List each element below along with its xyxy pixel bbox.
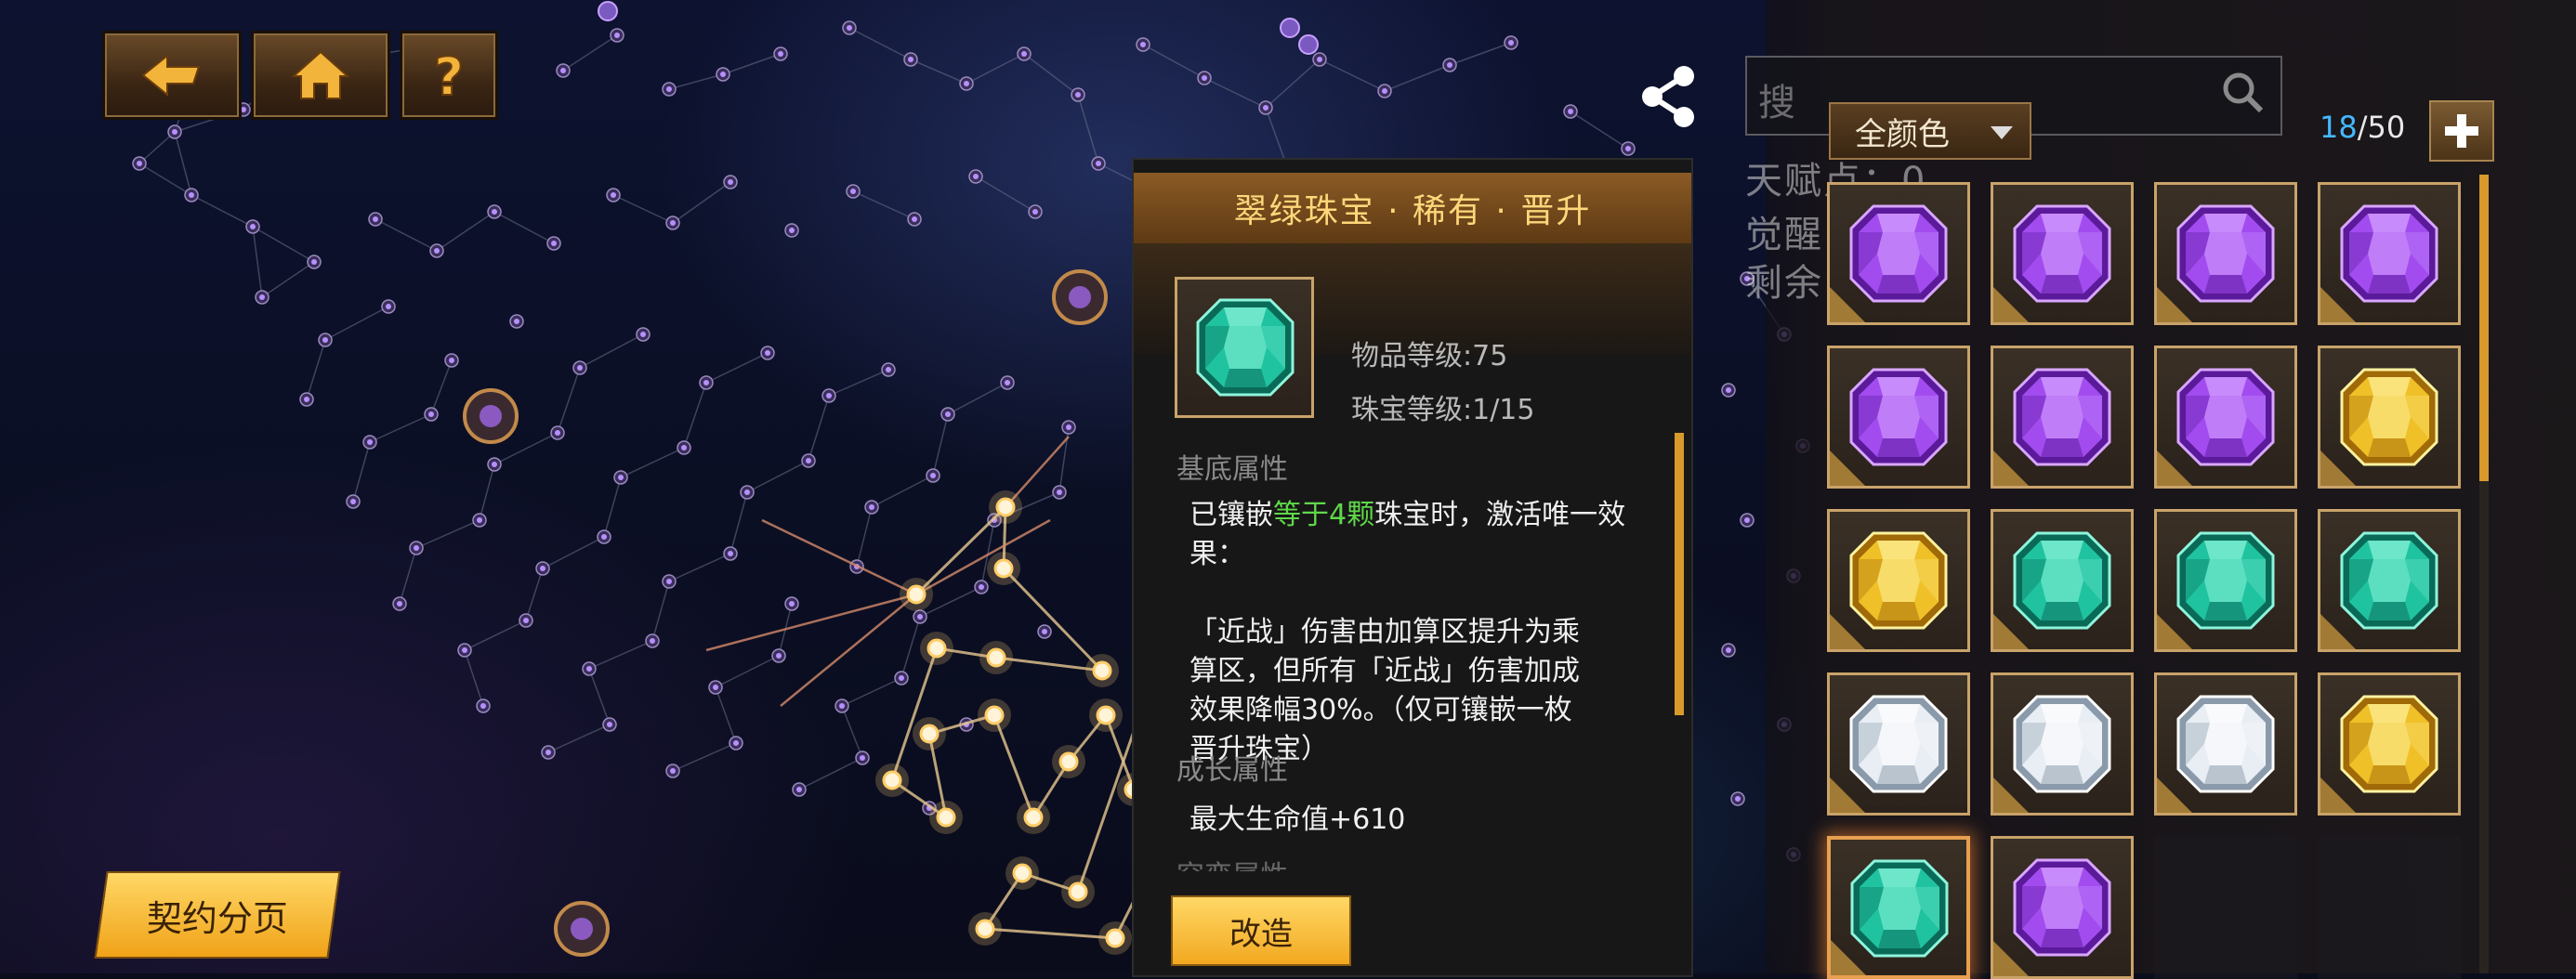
growth-attributes-heading: 成长属性: [1176, 754, 1288, 787]
inventory-count-current: 18: [2320, 110, 2358, 145]
inventory-count: 18/50: [2320, 110, 2405, 145]
gem-slot[interactable]: [2318, 509, 2461, 652]
gem-slot[interactable]: [2154, 509, 2297, 652]
purple-gem-icon: [2013, 204, 2111, 303]
green-gem-icon: [1196, 298, 1295, 397]
purple-gem-icon: [1849, 368, 1948, 466]
gem-slot[interactable]: [2318, 672, 2461, 816]
gem-slot[interactable]: [1827, 672, 1970, 816]
gem-tooltip: 翠绿珠宝 · 稀有 · 晋升 物品等级:75 珠宝等级:1/15 基底属性 已镶…: [1132, 158, 1693, 977]
back-arrow-icon: [141, 53, 201, 98]
expand-inventory-button[interactable]: [2429, 100, 2494, 162]
plus-icon: [2445, 114, 2478, 148]
inventory-count-max: /50: [2357, 110, 2406, 145]
gem-slot[interactable]: [1991, 509, 2134, 652]
chevron-down-icon: [1991, 126, 2013, 139]
home-button[interactable]: [251, 31, 390, 120]
purple-gem-icon: [2013, 368, 2111, 466]
gem-slot[interactable]: [1827, 509, 1970, 652]
gem-slot[interactable]: [2154, 182, 2297, 325]
green-gem-icon: [2340, 531, 2438, 630]
tooltip-title: 翠绿珠宝 · 稀有 · 晋升: [1134, 173, 1691, 243]
yellow-gem-icon: [1849, 531, 1948, 630]
awaken-label: 觉醒: [1745, 214, 1823, 256]
white-gem-icon: [2013, 695, 2111, 793]
gem-slot[interactable]: [1827, 182, 1970, 325]
desc-highlight: 等于4颗: [1273, 499, 1375, 531]
help-button[interactable]: ?: [400, 31, 498, 120]
gem-slot[interactable]: [2154, 672, 2297, 816]
color-filter-label: 全颜色: [1855, 115, 1950, 153]
pact-page-label: 契约分页: [146, 897, 288, 939]
desc-line: 算区，但所有「近战」伤害加成: [1189, 655, 1580, 687]
gem-slot[interactable]: [2154, 346, 2297, 489]
purple-gem-icon: [2176, 368, 2275, 466]
yellow-gem-icon: [2340, 695, 2438, 793]
pact-page-button[interactable]: 契约分页: [94, 871, 341, 959]
search-icon[interactable]: [2219, 69, 2266, 115]
gem-slot[interactable]: [1827, 836, 1970, 979]
search-placeholder: 搜: [1758, 82, 1795, 124]
gem-slot: [2154, 836, 2297, 979]
home-icon: [291, 50, 350, 99]
gem-grid: [1827, 182, 2468, 979]
item-level: 物品等级:75: [1351, 340, 1508, 372]
question-mark-icon: ?: [433, 46, 465, 104]
gem-slot[interactable]: [1991, 346, 2134, 489]
gem-slot[interactable]: [1991, 182, 2134, 325]
gem-slot[interactable]: [1991, 672, 2134, 816]
remaining-label: 剩余: [1745, 262, 1823, 305]
share-icon[interactable]: [1637, 65, 1699, 128]
gem-slot[interactable]: [1991, 836, 2134, 979]
purple-gem-icon: [2013, 858, 2111, 957]
gem-slot: [2318, 836, 2461, 979]
green-gem-icon: [2176, 531, 2275, 630]
desc-pre: 已镶嵌: [1189, 499, 1273, 531]
green-gem-icon: [2013, 531, 2111, 630]
white-gem-icon: [1849, 695, 1948, 793]
inventory-scrollbar-thumb[interactable]: [2479, 175, 2489, 481]
color-filter-dropdown[interactable]: 全颜色: [1829, 102, 2031, 160]
purple-gem-icon: [1849, 204, 1948, 303]
back-button[interactable]: [102, 31, 242, 120]
base-attributes-desc: 已镶嵌等于4颗珠宝时，激活唯一效果：: [1189, 496, 1654, 574]
gem-level: 珠宝等级:1/15: [1351, 394, 1535, 426]
gem-slot[interactable]: [1827, 346, 1970, 489]
desc-line: 效果降幅30%。（仅可镶嵌一枚: [1189, 694, 1572, 726]
gem-slot[interactable]: [2318, 346, 2461, 489]
tooltip-scrollbar[interactable]: [1675, 433, 1684, 715]
tooltip-gem-slot: [1175, 277, 1314, 418]
modify-button[interactable]: 改造: [1171, 895, 1351, 966]
growth-attribute-value: 最大生命值+610: [1189, 803, 1406, 836]
base-attributes-heading: 基底属性: [1176, 453, 1288, 486]
mutation-attributes-heading: 突变属性: [1176, 853, 1288, 871]
purple-gem-icon: [2340, 204, 2438, 303]
gem-slot[interactable]: [2318, 182, 2461, 325]
svg-text:?: ?: [434, 47, 464, 104]
purple-gem-icon: [2176, 204, 2275, 303]
green-gem-icon: [1850, 859, 1949, 958]
desc-line: 「近战」伤害由加算区提升为乘: [1189, 616, 1580, 648]
yellow-gem-icon: [2340, 368, 2438, 466]
white-gem-icon: [2176, 695, 2275, 793]
